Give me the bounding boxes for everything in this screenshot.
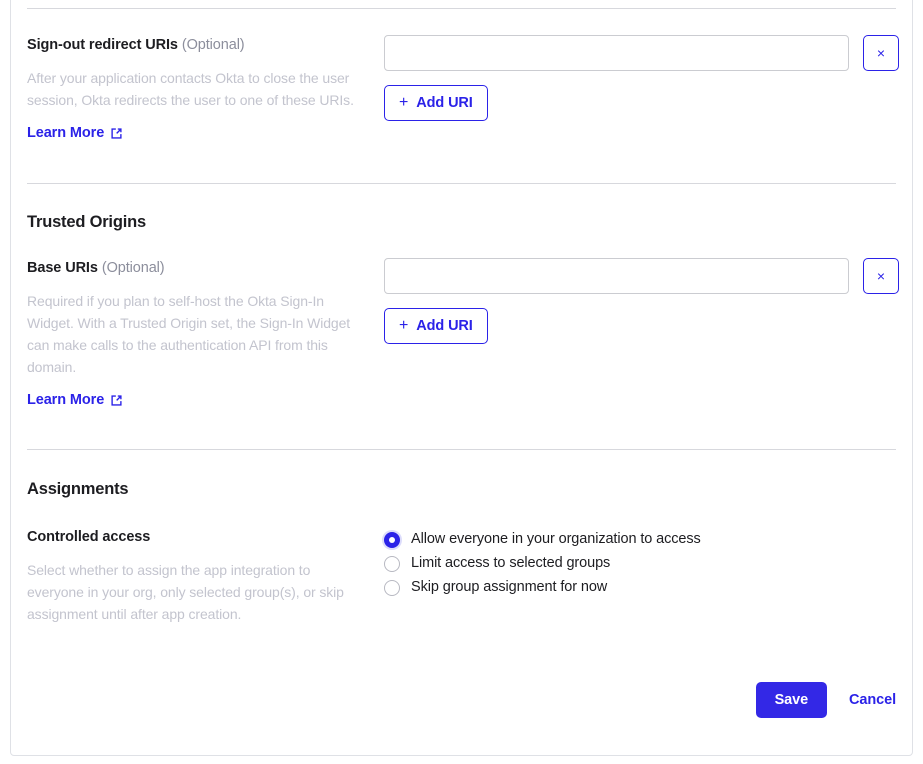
signout-redirect-input-line: ×: [384, 35, 899, 71]
signout-redirect-optional-tag: (Optional): [181, 37, 245, 53]
trusted-origins-title: Trusted Origins: [27, 213, 146, 231]
radio-indicator[interactable]: [384, 555, 400, 572]
signout-redirect-field-row: Sign-out redirect URIs (Optional) After y…: [27, 35, 899, 142]
signout-redirect-uri-input[interactable]: [384, 35, 849, 71]
radio-label-allow-everyone: Allow everyone in your organization to a…: [411, 531, 701, 547]
save-button[interactable]: Save: [755, 682, 828, 718]
signout-redirect-label-text: Sign-out redirect URIs: [27, 37, 178, 53]
signout-redirect-remove-uri-button[interactable]: ×: [863, 35, 899, 71]
base-uri-input[interactable]: [384, 258, 849, 294]
base-uris-input-column: × + Add URI: [384, 258, 899, 344]
base-uri-add-button[interactable]: + Add URI: [384, 308, 488, 344]
signout-redirect-label: Sign-out redirect URIs (Optional): [27, 35, 368, 55]
base-uris-label-text: Base URIs: [27, 260, 98, 276]
controlled-access-field-row: Controlled access Select whether to assi…: [27, 527, 896, 625]
plus-icon: +: [399, 317, 409, 334]
trusted-origins-section: Trusted Origins Base URIs (Optional) Requ…: [11, 184, 912, 409]
signout-redirect-learn-more-label: Learn More: [27, 125, 105, 141]
radio-option-allow-everyone[interactable]: Allow everyone in your organization to a…: [384, 529, 701, 550]
base-uri-remove-button[interactable]: ×: [863, 258, 899, 294]
card-content: Sign-out redirect URIs (Optional) After y…: [11, 1, 912, 718]
base-uris-learn-more-link[interactable]: Learn More: [27, 392, 123, 408]
assignments-section: Assignments Controlled access Select whe…: [11, 450, 912, 625]
signout-redirect-label-column: Sign-out redirect URIs (Optional) After y…: [27, 35, 384, 142]
external-link-icon: [110, 394, 123, 407]
signout-redirect-add-uri-button[interactable]: + Add URI: [384, 85, 488, 121]
controlled-access-description: Select whether to assign the app integra…: [27, 562, 344, 622]
signout-redirect-input-column: × + Add URI: [384, 35, 899, 121]
assignments-title: Assignments: [27, 480, 129, 498]
external-link-icon: [110, 127, 123, 140]
base-uris-label-column: Base URIs (Optional) Required if you plan…: [27, 258, 384, 409]
radio-indicator-selected[interactable]: [384, 531, 400, 548]
base-uris-learn-more-label: Learn More: [27, 392, 105, 408]
signout-redirect-uri-stack: × + Add URI: [384, 35, 899, 121]
signout-redirect-add-uri-label: Add URI: [416, 95, 473, 111]
radio-option-skip-assignment[interactable]: Skip group assignment for now: [384, 577, 701, 598]
plus-icon: +: [399, 94, 409, 111]
base-uris-uri-stack: × + Add URI: [384, 258, 899, 344]
form-footer: Save Cancel: [11, 682, 912, 718]
app-settings-card: Sign-out redirect URIs (Optional) After y…: [10, 0, 913, 756]
base-uri-add-label: Add URI: [416, 318, 473, 334]
base-uris-field-row: Base URIs (Optional) Required if you plan…: [27, 258, 899, 409]
controlled-access-label-column: Controlled access Select whether to assi…: [27, 527, 384, 625]
radio-label-skip-assignment: Skip group assignment for now: [411, 579, 608, 595]
radio-label-limit-access: Limit access to selected groups: [411, 555, 611, 571]
base-uris-optional-tag: (Optional): [101, 260, 165, 276]
controlled-access-radio-group: Allow everyone in your organization to a…: [384, 527, 701, 598]
signout-redirect-learn-more-link[interactable]: Learn More: [27, 125, 123, 141]
signout-redirect-uris-section: Sign-out redirect URIs (Optional) After y…: [11, 9, 912, 142]
controlled-access-options-column: Allow everyone in your organization to a…: [384, 527, 896, 598]
signout-redirect-description: After your application contacts Okta to …: [27, 70, 354, 108]
base-uris-description: Required if you plan to self-host the Ok…: [27, 293, 351, 375]
controlled-access-label: Controlled access: [27, 529, 151, 545]
base-uris-input-line: ×: [384, 258, 899, 294]
radio-option-limit-access[interactable]: Limit access to selected groups: [384, 553, 701, 574]
cancel-button[interactable]: Cancel: [849, 692, 896, 708]
radio-indicator[interactable]: [384, 579, 400, 596]
base-uris-label: Base URIs (Optional): [27, 258, 368, 278]
